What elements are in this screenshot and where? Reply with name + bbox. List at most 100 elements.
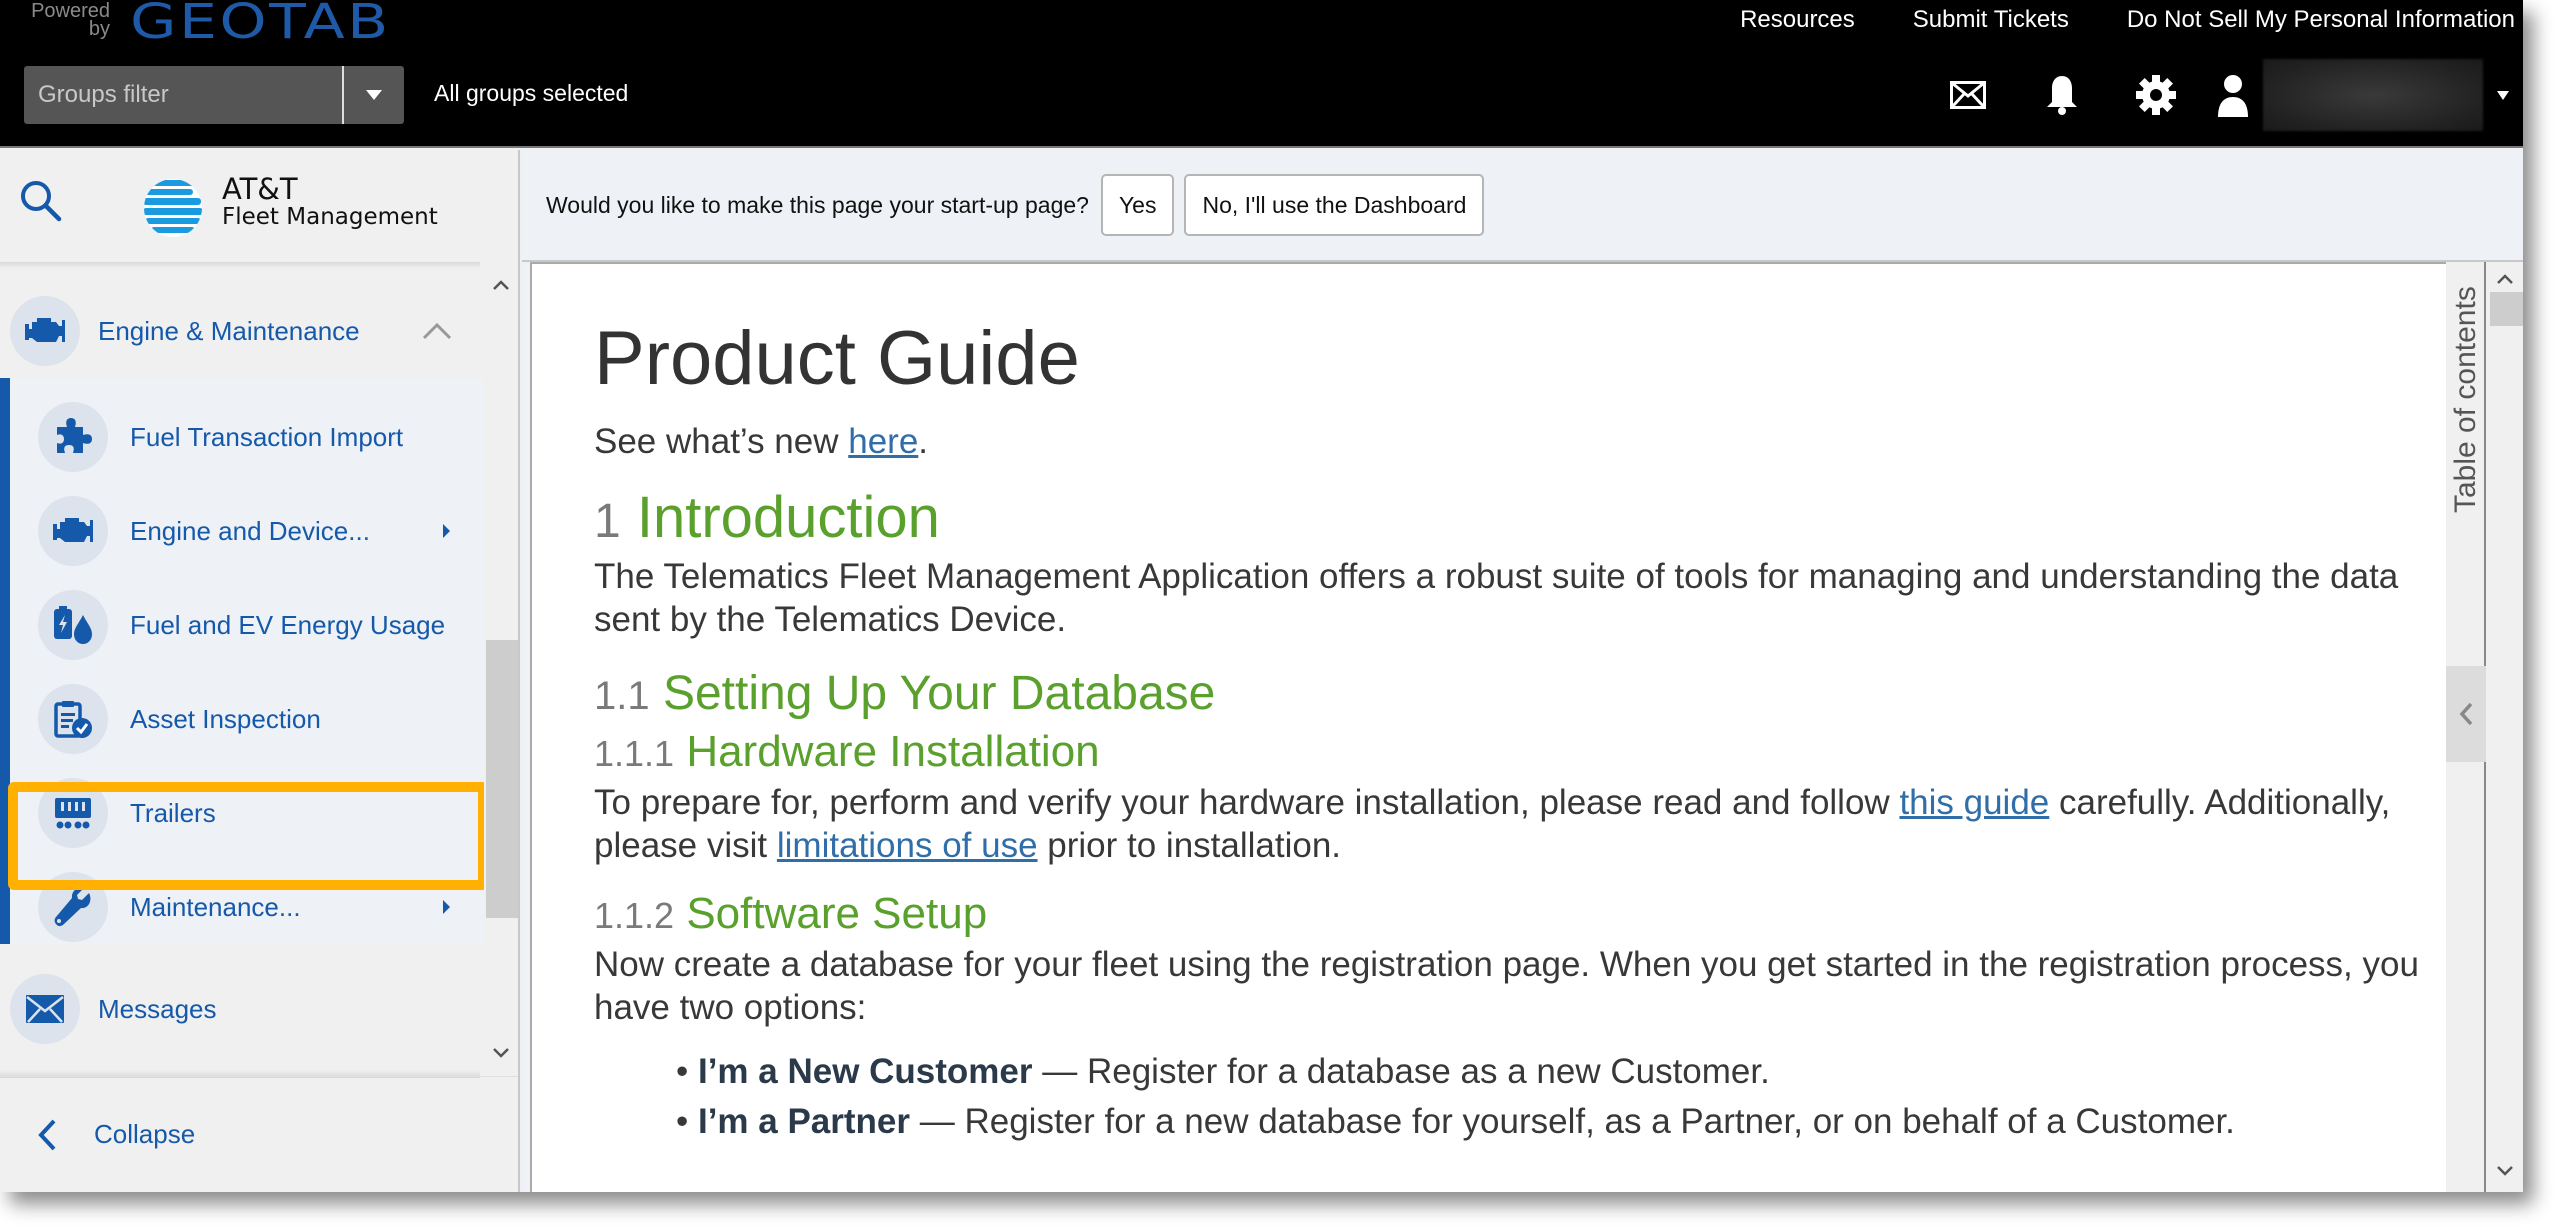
- document-scrollbar[interactable]: [2486, 262, 2523, 1192]
- highlight-box-asset-inspection: [8, 782, 484, 890]
- document-scroll-down[interactable]: [2486, 1154, 2523, 1188]
- sidebar-item-label: Asset Inspection: [130, 703, 321, 734]
- chevron-up-icon: [2496, 274, 2513, 284]
- document-frame: Product Guide See what’s new here. 1 Int…: [530, 262, 2446, 1192]
- table-of-contents-tab[interactable]: Table of contents: [2446, 280, 2486, 520]
- header-actions: [1921, 59, 2523, 131]
- groups-filter-dropdown-button[interactable]: [342, 66, 404, 124]
- nav-icon-wrap: [10, 296, 80, 366]
- chevron-left-icon: [38, 1119, 56, 1150]
- toc-expand-button[interactable]: [2446, 666, 2486, 762]
- yes-button[interactable]: Yes: [1100, 174, 1175, 236]
- option-title: I’m a New Customer: [697, 1052, 1033, 1091]
- list-item: • I’m a New Customer — Register for a da…: [676, 1052, 1770, 1091]
- intro-paragraph: The Telematics Fleet Management Applicat…: [594, 557, 2399, 639]
- sidebar-scroll-thumb[interactable]: [486, 640, 518, 918]
- section-heading-1-1: 1.1 Setting Up Your Database: [594, 665, 2424, 725]
- sidebar-item-label: Fuel Transaction Import: [130, 421, 404, 452]
- use-dashboard-button[interactable]: No, I'll use the Dashboard: [1184, 174, 1485, 236]
- whats-new-link[interactable]: here: [848, 422, 918, 461]
- caret-down-icon: [366, 90, 382, 100]
- whats-new-text: See what’s new: [594, 422, 849, 461]
- option-text: — Register for a new database for yourse…: [910, 1102, 2235, 1141]
- sidebar-item-engine-and-device[interactable]: Engine and Device...: [38, 484, 474, 578]
- submenu-arrow-icon: [443, 524, 450, 538]
- options-list: • I’m a New Customer — Register for a da…: [594, 1047, 2424, 1147]
- nav-icon-wrap: [10, 974, 80, 1044]
- main-area: Would you like to make this page your st…: [522, 150, 2523, 1192]
- this-guide-link[interactable]: this guide: [1899, 783, 2049, 822]
- geotab-logo: GEOTAB: [130, 0, 391, 50]
- att-brand-text: AT&T Fleet Management: [222, 174, 438, 230]
- engine-icon: [53, 518, 93, 542]
- section-number: 1.1.2: [594, 895, 675, 936]
- hardware-paragraph: To prepare for, perform and verify your …: [594, 781, 2424, 867]
- sidebar-item-fuel-transaction-import[interactable]: Fuel Transaction Import: [38, 390, 474, 484]
- user-menu-caret[interactable]: [2483, 90, 2523, 100]
- app-window: Powered by GEOTAB Resources Submit Ticke…: [0, 0, 2523, 1192]
- section-title: Software Setup: [686, 889, 988, 938]
- section-number: 1.1: [594, 674, 650, 718]
- messages-button[interactable]: [1921, 65, 2015, 125]
- section-title: Introduction: [636, 485, 940, 550]
- att-brand-line1: AT&T: [222, 172, 298, 206]
- document-scroll-thumb[interactable]: [2490, 292, 2523, 326]
- do-not-sell-link[interactable]: Do Not Sell My Personal Information: [2127, 6, 2515, 34]
- collapse-label: Collapse: [94, 1119, 196, 1149]
- product-guide-document: Product Guide See what’s new here. 1 Int…: [594, 314, 2424, 1147]
- nav-icon-wrap: [38, 590, 108, 660]
- document-scroll-up[interactable]: [2486, 262, 2523, 296]
- user-name-redacted[interactable]: [2263, 59, 2483, 131]
- sidebar-item-label: Fuel and EV Energy Usage: [130, 609, 446, 640]
- sidebar-item-fuel-ev-energy-usage[interactable]: Fuel and EV Energy Usage: [38, 578, 474, 672]
- sidebar-collapse-button[interactable]: Collapse: [0, 1076, 518, 1192]
- engine-icon: [25, 318, 65, 342]
- paragraph-text: prior to installation.: [1037, 826, 1342, 865]
- powered-by-label: Powered by: [31, 0, 110, 40]
- whats-new-line: See what’s new here.: [594, 420, 2424, 463]
- startup-prompt-bar: Would you like to make this page your st…: [522, 150, 2523, 262]
- section-heading-1: 1 Introduction: [594, 485, 2424, 555]
- resources-link[interactable]: Resources: [1740, 6, 1855, 34]
- limitations-of-use-link[interactable]: limitations of use: [777, 826, 1038, 865]
- bell-icon: [2047, 76, 2077, 115]
- chevron-up-icon: [493, 280, 509, 290]
- att-globe-logo: [144, 179, 202, 237]
- fuel-ev-icon: [54, 606, 92, 644]
- submenu-arrow-icon: [443, 900, 450, 914]
- sidebar-item-label: Engine and Device...: [130, 515, 370, 546]
- groups-filter[interactable]: Groups filter: [24, 66, 404, 124]
- sidebar-scroll-up[interactable]: [484, 268, 518, 302]
- caret-down-icon: [2497, 90, 2509, 100]
- chevron-up-icon[interactable]: [422, 322, 452, 340]
- chevron-left-icon: [2459, 702, 2473, 726]
- sidebar-group-label: Engine & Maintenance: [98, 315, 360, 346]
- sidebar-nav-list: Engine & Maintenance Fuel Transaction Im…: [0, 262, 484, 1076]
- att-brand-line2: Fleet Management: [222, 204, 438, 230]
- gear-icon: [2136, 75, 2176, 115]
- table-of-contents-panel: Table of contents: [2446, 262, 2486, 1192]
- sidebar-group-engine-maintenance[interactable]: Engine & Maintenance: [10, 284, 484, 378]
- paragraph-text: To prepare for, perform and verify your …: [594, 783, 1900, 822]
- user-menu-button[interactable]: [2203, 65, 2263, 125]
- sidebar-scroll-down[interactable]: [484, 1036, 518, 1070]
- submit-tickets-link[interactable]: Submit Tickets: [1913, 6, 2069, 34]
- sidebar-header: AT&T Fleet Management: [0, 150, 518, 262]
- notifications-button[interactable]: [2015, 65, 2109, 125]
- settings-button[interactable]: [2109, 65, 2203, 125]
- nav-icon-wrap: [38, 402, 108, 472]
- sidebar-scroll-shadow: [0, 262, 480, 268]
- groups-filter-input[interactable]: Groups filter: [24, 81, 342, 109]
- section-title: Hardware Installation: [686, 727, 1100, 776]
- sidebar-item-messages[interactable]: Messages: [10, 962, 484, 1056]
- option-title: I’m a Partner: [697, 1102, 911, 1141]
- sidebar: AT&T Fleet Management Engine & Maintenan…: [0, 150, 520, 1192]
- search-icon: [21, 181, 62, 222]
- section-number: 1: [594, 495, 621, 548]
- section-title: Setting Up Your Database: [662, 667, 1216, 720]
- sidebar-search-button[interactable]: [18, 178, 68, 228]
- sidebar-item-asset-inspection[interactable]: Asset Inspection: [38, 672, 474, 766]
- sidebar-scrollbar[interactable]: [484, 262, 518, 1076]
- software-paragraph: Now create a database for your fleet usi…: [594, 945, 2419, 1027]
- user-icon: [2218, 75, 2248, 117]
